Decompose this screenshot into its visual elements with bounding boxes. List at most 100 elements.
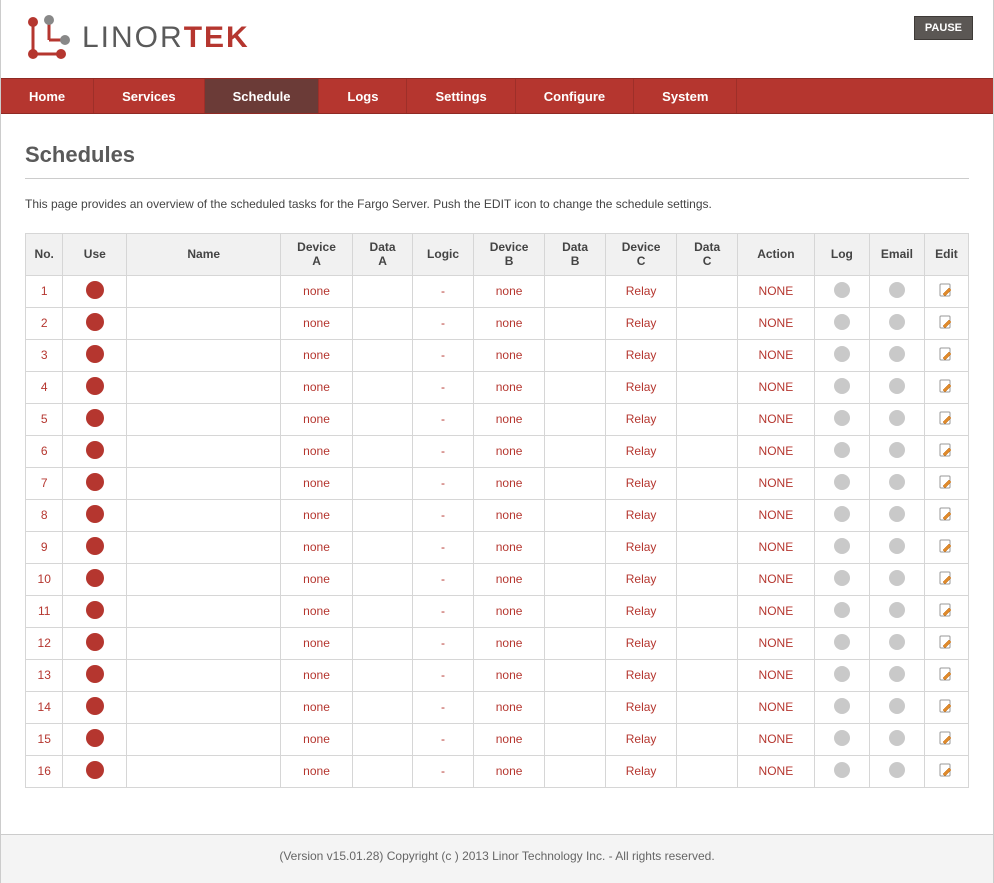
cell-device-a: none: [281, 339, 353, 371]
cell-log: [814, 723, 869, 755]
cell-data-b: [545, 691, 606, 723]
edit-icon[interactable]: [939, 571, 953, 585]
nav-item-system[interactable]: System: [634, 79, 737, 113]
header: LINORTEK PAUSE: [1, 0, 993, 78]
th-device-a: DeviceA: [281, 234, 353, 276]
cell-data-c: [677, 755, 738, 787]
edit-icon[interactable]: [939, 443, 953, 457]
cell-logic: -: [413, 659, 474, 691]
email-status-icon: [889, 570, 905, 586]
cell-logic: -: [413, 467, 474, 499]
pause-button[interactable]: PAUSE: [914, 16, 973, 40]
cell-device-c: Relay: [605, 435, 677, 467]
cell-action: NONE: [737, 755, 814, 787]
cell-device-a: none: [281, 467, 353, 499]
cell-email: [869, 499, 924, 531]
cell-device-b: none: [473, 499, 545, 531]
logo-icon: [21, 10, 76, 65]
th-data-a: DataA: [352, 234, 413, 276]
email-status-icon: [889, 666, 905, 682]
edit-icon[interactable]: [939, 475, 953, 489]
cell-edit: [924, 723, 968, 755]
edit-icon[interactable]: [939, 763, 953, 777]
log-status-icon: [834, 346, 850, 362]
cell-data-c: [677, 307, 738, 339]
cell-use: [63, 595, 127, 627]
use-status-icon: [86, 377, 104, 395]
cell-device-a: none: [281, 659, 353, 691]
cell-edit: [924, 659, 968, 691]
edit-icon[interactable]: [939, 539, 953, 553]
email-status-icon: [889, 378, 905, 394]
cell-data-b: [545, 371, 606, 403]
cell-device-a: none: [281, 691, 353, 723]
nav-item-logs[interactable]: Logs: [319, 79, 407, 113]
cell-logic: -: [413, 691, 474, 723]
cell-data-b: [545, 627, 606, 659]
use-status-icon: [86, 569, 104, 587]
edit-icon[interactable]: [939, 635, 953, 649]
th-log: Log: [814, 234, 869, 276]
nav-item-services[interactable]: Services: [94, 79, 205, 113]
log-status-icon: [834, 314, 850, 330]
cell-name: [127, 563, 281, 595]
cell-data-b: [545, 531, 606, 563]
cell-device-c: Relay: [605, 595, 677, 627]
cell-edit: [924, 499, 968, 531]
cell-use: [63, 403, 127, 435]
cell-data-b: [545, 339, 606, 371]
cell-no: 6: [26, 435, 63, 467]
cell-device-a: none: [281, 563, 353, 595]
edit-icon[interactable]: [939, 347, 953, 361]
use-status-icon: [86, 505, 104, 523]
cell-action: NONE: [737, 499, 814, 531]
edit-icon[interactable]: [939, 379, 953, 393]
th-email: Email: [869, 234, 924, 276]
cell-data-c: [677, 531, 738, 563]
nav-item-home[interactable]: Home: [1, 79, 94, 113]
email-status-icon: [889, 314, 905, 330]
table-row: 13none-noneRelayNONE: [26, 659, 969, 691]
cell-data-a: [352, 563, 413, 595]
cell-name: [127, 755, 281, 787]
cell-device-b: none: [473, 371, 545, 403]
edit-icon[interactable]: [939, 283, 953, 297]
edit-icon[interactable]: [939, 507, 953, 521]
email-status-icon: [889, 602, 905, 618]
table-row: 1none-noneRelayNONE: [26, 275, 969, 307]
cell-name: [127, 371, 281, 403]
cell-action: NONE: [737, 467, 814, 499]
footer: (Version v15.01.28) Copyright (c ) 2013 …: [1, 834, 993, 883]
use-status-icon: [86, 633, 104, 651]
nav-item-configure[interactable]: Configure: [516, 79, 634, 113]
cell-use: [63, 627, 127, 659]
edit-icon[interactable]: [939, 667, 953, 681]
cell-edit: [924, 531, 968, 563]
cell-data-a: [352, 659, 413, 691]
table-row: 5none-noneRelayNONE: [26, 403, 969, 435]
edit-icon[interactable]: [939, 315, 953, 329]
edit-icon[interactable]: [939, 603, 953, 617]
nav-item-schedule[interactable]: Schedule: [205, 79, 320, 113]
cell-logic: -: [413, 403, 474, 435]
cell-data-a: [352, 467, 413, 499]
cell-action: NONE: [737, 339, 814, 371]
cell-log: [814, 467, 869, 499]
edit-icon[interactable]: [939, 411, 953, 425]
cell-log: [814, 563, 869, 595]
cell-log: [814, 627, 869, 659]
cell-data-b: [545, 275, 606, 307]
cell-email: [869, 691, 924, 723]
cell-device-c: Relay: [605, 467, 677, 499]
edit-icon[interactable]: [939, 699, 953, 713]
cell-use: [63, 755, 127, 787]
cell-data-c: [677, 691, 738, 723]
cell-action: NONE: [737, 403, 814, 435]
log-status-icon: [834, 730, 850, 746]
edit-icon[interactable]: [939, 731, 953, 745]
cell-no: 10: [26, 563, 63, 595]
cell-device-b: none: [473, 723, 545, 755]
cell-data-a: [352, 275, 413, 307]
schedules-table: No. Use Name DeviceA DataA Logic DeviceB…: [25, 233, 969, 788]
nav-item-settings[interactable]: Settings: [407, 79, 515, 113]
